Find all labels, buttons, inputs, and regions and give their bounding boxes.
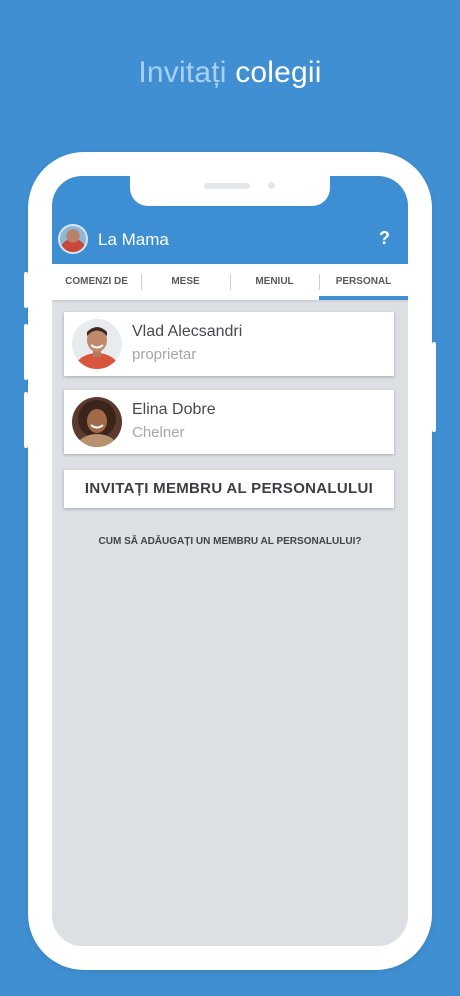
- tab-comenzi[interactable]: COMENZI DE: [52, 264, 141, 300]
- invite-staff-button[interactable]: INVITAȚI MEMBRU AL PERSONALULUI: [64, 470, 394, 508]
- phone-power-button: [432, 342, 436, 432]
- help-button[interactable]: ?: [379, 228, 390, 249]
- headline-word-1: Invitați: [138, 56, 227, 89]
- person-photo-icon: [72, 319, 122, 369]
- phone-volume-up: [24, 324, 28, 380]
- phone-frame: La Mama ? COMENZI DE MESE MENIUL PERSONA…: [24, 152, 436, 970]
- restaurant-title: La Mama: [98, 230, 169, 249]
- tab-mese[interactable]: MESE: [141, 264, 230, 300]
- tab-meniul[interactable]: MENIUL: [230, 264, 319, 300]
- front-camera: [268, 182, 275, 189]
- phone-volume-down: [24, 392, 28, 448]
- restaurant-avatar[interactable]: [58, 224, 88, 254]
- tab-personal[interactable]: PERSONAL: [319, 264, 408, 300]
- staff-name: Vlad Alecsandri: [132, 323, 243, 340]
- phone-notch: [130, 176, 330, 206]
- staff-role: proprietar: [132, 346, 197, 363]
- staff-card[interactable]: Elina Dobre Chelner: [64, 390, 394, 454]
- tab-bar: COMENZI DE MESE MENIUL PERSONAL: [52, 264, 408, 300]
- staff-photo: [72, 397, 122, 447]
- headline: Invitați colegii: [0, 56, 460, 90]
- phone-side-button: [24, 272, 28, 308]
- phone-screen: La Mama ? COMENZI DE MESE MENIUL PERSONA…: [52, 176, 408, 946]
- staff-photo: [72, 319, 122, 369]
- app-bar: La Mama ?: [52, 176, 408, 264]
- how-to-add-staff-link[interactable]: CUM SĂ ADĂUGAȚI UN MEMBRU AL PERSONALULU…: [52, 536, 408, 547]
- speaker-grille: [204, 183, 250, 189]
- person-photo-icon: [72, 397, 122, 447]
- staff-card[interactable]: Vlad Alecsandri proprietar: [64, 312, 394, 376]
- headline-word-2: colegii: [235, 56, 322, 89]
- staff-role: Chelner: [132, 424, 185, 441]
- staff-name: Elina Dobre: [132, 401, 216, 418]
